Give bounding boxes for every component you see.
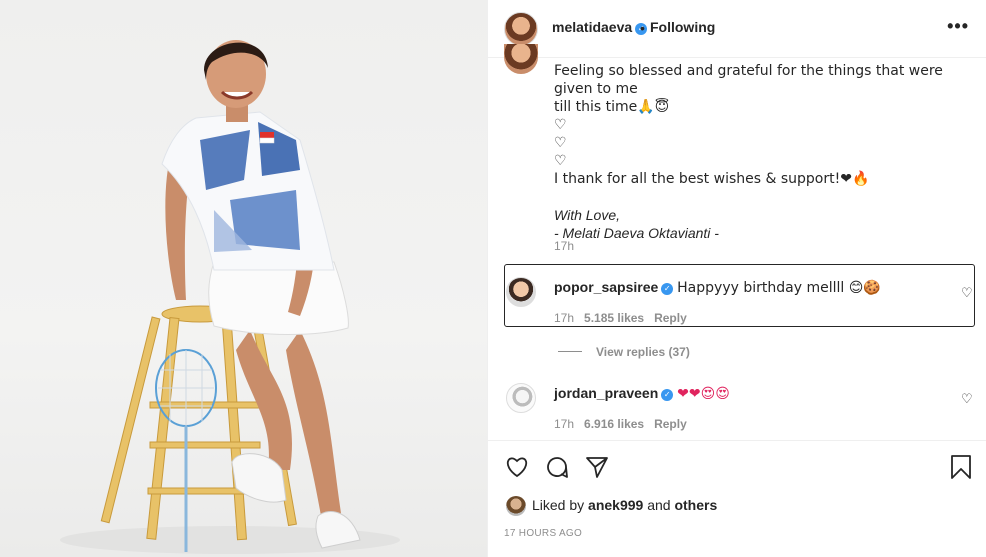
caption-author-avatar[interactable]: [504, 44, 538, 74]
more-icon[interactable]: •••: [947, 16, 969, 37]
comment-like-icon[interactable]: ♡: [961, 391, 973, 407]
comment-reply-button[interactable]: Reply: [654, 311, 687, 325]
comment-like-icon[interactable]: ♡: [961, 285, 973, 301]
post-actions: Liked by anek999 and others 17 HOURS AGO: [488, 440, 986, 557]
view-replies-label: View replies (37): [596, 345, 690, 359]
commenter-avatar[interactable]: [506, 277, 536, 307]
comment-icon[interactable]: [544, 455, 570, 479]
caption-line: - Melati Daeva Oktavianti -: [554, 225, 719, 241]
following-button[interactable]: Following: [650, 19, 715, 35]
comment: jordan_praveen ✓ ❤❤😍😍: [554, 385, 730, 402]
caption-line: I thank for all the best wishes & suppor…: [554, 171, 870, 187]
likes-prefix: Liked by: [532, 497, 585, 513]
post-header: melatidaeva ✓ • Following •••: [488, 0, 986, 58]
post-panel: melatidaeva ✓ • Following ••• Feeling so …: [487, 0, 986, 557]
comment-likes[interactable]: 5.185 likes: [584, 311, 644, 325]
comment-meta: 17h 5.185 likes Reply: [554, 311, 687, 325]
replies-divider: [558, 351, 582, 352]
post-photo-illustration: [60, 40, 400, 554]
caption-line: [554, 188, 974, 206]
comment-text: Happyyy birthday mellll 😊🍪: [677, 280, 881, 296]
caption-line: Feeling so blessed and grateful for the …: [554, 63, 943, 97]
comment-reply-button[interactable]: Reply: [654, 417, 687, 431]
verified-icon: ✓: [661, 389, 674, 401]
view-replies-button[interactable]: View replies (37): [558, 345, 690, 359]
comment-text: ❤❤😍😍: [677, 386, 730, 402]
verified-icon: ✓: [661, 283, 674, 295]
comment-likes[interactable]: 6.916 likes: [584, 417, 644, 431]
caption: Feeling so blessed and grateful for the …: [554, 62, 974, 242]
caption-line: With Love,: [554, 207, 621, 223]
post-timestamp[interactable]: 17 HOURS AGO: [504, 528, 582, 539]
comment-username[interactable]: popor_sapsiree: [554, 279, 658, 295]
author-avatar[interactable]: [504, 12, 538, 46]
post-image: [0, 0, 487, 557]
author-username[interactable]: melatidaeva: [552, 19, 632, 35]
likes-and: and: [647, 497, 671, 513]
caption-line: ♡: [554, 117, 567, 133]
likes-summary: Liked by anek999 and others: [532, 497, 717, 513]
caption-line: till this time🙏😇: [554, 99, 670, 115]
caption-time[interactable]: 17h: [554, 239, 574, 253]
separator-dot: •: [640, 20, 645, 36]
comment-meta: 17h 6.916 likes Reply: [554, 417, 687, 431]
heart-icon[interactable]: [504, 455, 530, 479]
comment-username[interactable]: jordan_praveen: [554, 385, 658, 401]
commenter-avatar[interactable]: [506, 383, 536, 413]
comment: popor_sapsiree ✓ Happyyy birthday mellll …: [554, 279, 881, 296]
share-icon[interactable]: [584, 455, 610, 479]
caption-line: ♡: [554, 153, 567, 169]
liker-avatar[interactable]: [506, 496, 526, 516]
comment-time[interactable]: 17h: [554, 417, 574, 431]
liker-username[interactable]: anek999: [588, 497, 643, 513]
bookmark-icon[interactable]: [950, 455, 972, 479]
likes-others-link[interactable]: others: [674, 497, 717, 513]
author-username-link[interactable]: melatidaeva ✓: [552, 19, 648, 35]
caption-line: ♡: [554, 135, 567, 151]
comment-time[interactable]: 17h: [554, 311, 574, 325]
